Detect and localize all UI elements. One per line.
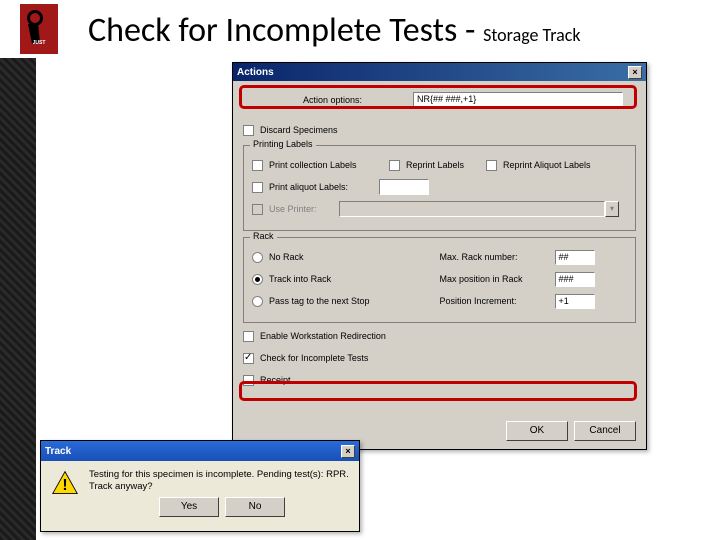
enable-workstation-checkbox[interactable] xyxy=(243,331,254,342)
enable-workstation-label: Enable Workstation Redirection xyxy=(260,331,386,341)
receipt-label: Receipt xyxy=(260,375,291,385)
discard-specimens-checkbox[interactable] xyxy=(243,125,254,136)
svg-text:JUST: JUST xyxy=(33,40,46,46)
reprint-labels-label: Reprint Labels xyxy=(406,160,486,170)
receipt-checkbox[interactable] xyxy=(243,375,254,386)
print-aliquot-checkbox[interactable] xyxy=(252,182,263,193)
print-collection-label: Print collection Labels xyxy=(269,160,389,170)
aliquot-count-field[interactable] xyxy=(379,179,429,195)
max-rack-label: Max. Rack number: xyxy=(440,252,555,262)
ok-button[interactable]: OK xyxy=(506,421,568,441)
track-dialog: Track × ! Testing for this specimen is i… xyxy=(40,440,360,532)
track-into-rack-radio[interactable] xyxy=(252,274,263,285)
use-printer-label: Use Printer: xyxy=(269,204,339,214)
actions-titlebar[interactable]: Actions × xyxy=(233,63,646,81)
actions-dialog: Actions × Action options: NR{## ###,+1} … xyxy=(232,62,647,450)
svg-text:!: ! xyxy=(62,477,67,494)
side-texture xyxy=(0,58,36,540)
max-rack-field[interactable]: ## xyxy=(555,250,595,265)
max-position-label: Max position in Rack xyxy=(440,274,555,284)
print-aliquot-label: Print aliquot Labels: xyxy=(269,182,379,192)
yes-button[interactable]: Yes xyxy=(159,497,219,517)
brand-logo: JUST xyxy=(20,4,58,54)
use-printer-checkbox xyxy=(252,204,263,215)
actions-title: Actions xyxy=(237,67,274,78)
warning-icon: ! xyxy=(51,469,79,497)
action-options-field[interactable]: NR{## ###,+1} xyxy=(413,92,623,108)
printing-labels-group: Printing Labels Print collection Labels … xyxy=(243,145,636,231)
rack-legend: Rack xyxy=(250,231,277,241)
check-incomplete-label: Check for Incomplete Tests xyxy=(260,353,368,363)
reprint-aliquot-label: Reprint Aliquot Labels xyxy=(503,160,591,170)
max-position-field[interactable]: ### xyxy=(555,272,595,287)
track-close-icon[interactable]: × xyxy=(341,445,355,458)
title-main: Check for Incomplete Tests - xyxy=(88,10,483,51)
reprint-aliquot-checkbox[interactable] xyxy=(486,160,497,171)
cancel-button[interactable]: Cancel xyxy=(574,421,636,441)
rack-group: Rack No Rack Track into Rack Pass tag to… xyxy=(243,237,636,323)
track-message-line2: Track anyway? xyxy=(89,481,349,493)
track-into-rack-label: Track into Rack xyxy=(269,274,331,284)
no-rack-label: No Rack xyxy=(269,252,304,262)
position-increment-label: Position Increment: xyxy=(440,296,555,306)
title-sub: Storage Track xyxy=(483,24,580,46)
discard-specimens-label: Discard Specimens xyxy=(260,125,338,135)
pass-tag-radio[interactable] xyxy=(252,296,263,307)
no-button[interactable]: No xyxy=(225,497,285,517)
print-collection-checkbox[interactable] xyxy=(252,160,263,171)
chevron-down-icon: ▾ xyxy=(605,201,619,217)
action-options-label: Action options: xyxy=(303,95,413,105)
no-rack-radio[interactable] xyxy=(252,252,263,263)
printer-combo: ▾ xyxy=(339,201,619,217)
check-incomplete-checkbox[interactable] xyxy=(243,353,254,364)
track-title: Track xyxy=(45,446,71,457)
track-titlebar[interactable]: Track × xyxy=(41,441,359,461)
close-icon[interactable]: × xyxy=(628,66,642,79)
slide-title: Check for Incomplete Tests - Storage Tra… xyxy=(88,10,581,51)
printing-labels-legend: Printing Labels xyxy=(250,139,316,149)
reprint-labels-checkbox[interactable] xyxy=(389,160,400,171)
pass-tag-label: Pass tag to the next Stop xyxy=(269,296,370,306)
position-increment-field[interactable]: +1 xyxy=(555,294,595,309)
track-message-line1: Testing for this specimen is incomplete.… xyxy=(89,469,349,481)
